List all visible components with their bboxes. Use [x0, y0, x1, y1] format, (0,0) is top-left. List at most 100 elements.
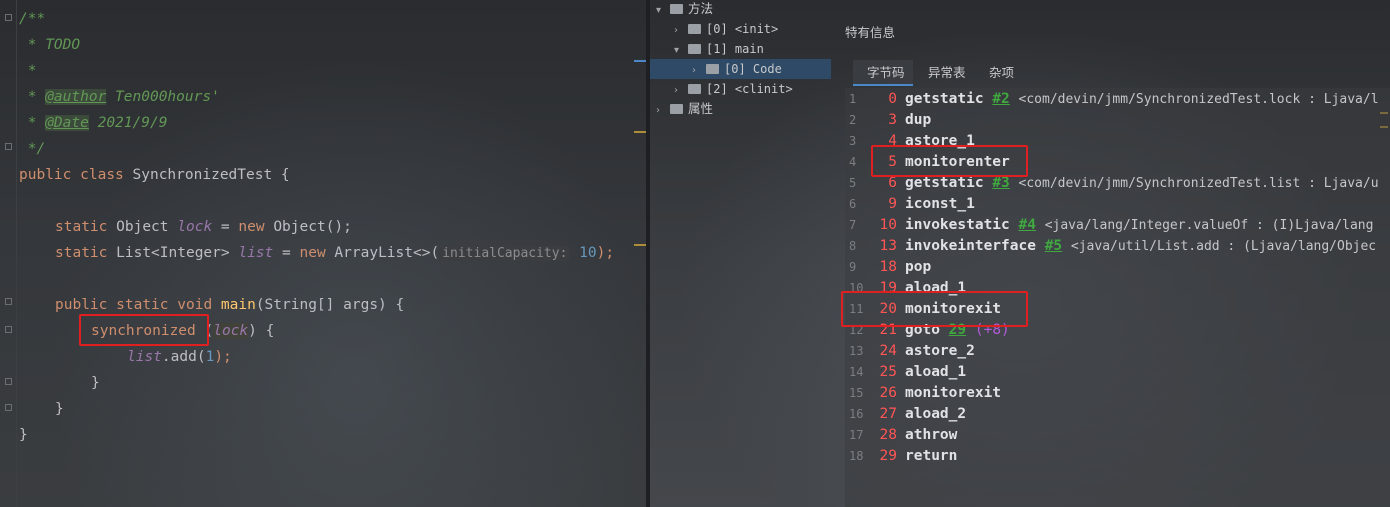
- folder-icon: [688, 23, 701, 34]
- bytecode-row[interactable]: 13 24 astore_2: [845, 341, 975, 362]
- line-number: 1: [849, 92, 857, 106]
- line-number: 8: [849, 239, 857, 253]
- constant-ref[interactable]: #4: [1019, 217, 1036, 233]
- constant-comment: <java/util/List.add : (Ljava/lang/Objec: [1070, 239, 1377, 254]
- bytecode-row[interactable]: 9 18 pop: [845, 257, 931, 278]
- constant-ref[interactable]: #5: [1045, 238, 1062, 254]
- doc-comment-blank: *: [19, 63, 37, 79]
- folder-icon: [670, 103, 683, 114]
- line-number: 14: [849, 365, 864, 379]
- bytecode-row[interactable]: 16 27 aload_2: [845, 404, 966, 425]
- line-number: 17: [849, 428, 864, 442]
- list-add-call: list.add(1);: [127, 349, 232, 365]
- tab-bytecode[interactable]: 字节码: [867, 63, 905, 83]
- doc-comment-close: */: [19, 141, 46, 157]
- folder-icon: [670, 3, 683, 14]
- bytecode-row[interactable]: 2 3 dup: [845, 110, 931, 131]
- doc-comment-todo: * TODO: [19, 37, 81, 53]
- bytecode-offset: 29: [879, 448, 897, 464]
- fold-marker[interactable]: [5, 404, 12, 411]
- scroll-marker: [1380, 126, 1388, 128]
- constant-comment: <com/devin/jmm/SynchronizedTest.list : L…: [1018, 176, 1379, 191]
- folder-icon: [688, 43, 701, 54]
- bytecode-offset: 10: [879, 217, 897, 233]
- fold-marker[interactable]: [5, 378, 12, 385]
- opcode: monitorexit: [905, 385, 1002, 401]
- bytecode-offset: 3: [888, 112, 897, 128]
- tree-node-clinit[interactable]: › [2] <clinit>: [674, 79, 793, 99]
- tree-node-methods[interactable]: ▾ 方法: [656, 0, 713, 19]
- bytecode-row[interactable]: 6 9 iconst_1: [845, 194, 975, 215]
- line-number: 3: [849, 134, 857, 148]
- bytecode-row[interactable]: 17 28 athrow: [845, 425, 957, 446]
- close-brace-method: }: [55, 401, 64, 417]
- constant-comment: <com/devin/jmm/SynchronizedTest.lock : L…: [1018, 92, 1379, 107]
- line-number: 6: [849, 197, 857, 211]
- opcode: astore_2: [905, 343, 975, 359]
- chevron-right-icon[interactable]: ›: [674, 81, 688, 101]
- chevron-down-icon[interactable]: ▾: [674, 41, 688, 61]
- bytecode-viewer: ▾ 方法 › [0] <init> ▾ [1] main › [0] Code › [2]…: [650, 0, 1390, 507]
- chevron-right-icon[interactable]: ›: [674, 21, 688, 41]
- doc-comment-author: * @author Ten000hours': [19, 89, 220, 105]
- bytecode-offset: 25: [879, 364, 897, 380]
- date-tag: @Date: [45, 115, 89, 131]
- line-number: 16: [849, 407, 864, 421]
- fold-marker[interactable]: [5, 298, 12, 305]
- line-number: 15: [849, 386, 864, 400]
- chevron-right-icon[interactable]: ›: [656, 101, 670, 121]
- bytecode-offset: 28: [879, 427, 897, 443]
- tab-misc[interactable]: 杂项: [989, 63, 1014, 83]
- highlight-box-monitorenter: [871, 145, 1028, 177]
- bytecode-row[interactable]: 18 29 return: [845, 446, 957, 467]
- opcode: iconst_1: [905, 196, 975, 212]
- tree-node-code[interactable]: › [0] Code: [692, 59, 782, 79]
- opcode: dup: [905, 112, 932, 128]
- constant-comment: <java/lang/Integer.valueOf : (I)Ljava/la…: [1044, 218, 1374, 233]
- line-number: 5: [849, 176, 857, 190]
- bytecode-offset: 18: [879, 259, 897, 275]
- line-number: 4: [849, 155, 857, 169]
- constant-ref[interactable]: #3: [992, 175, 1009, 191]
- bytecode-offset: 26: [879, 385, 897, 401]
- tab-exception-table[interactable]: 异常表: [928, 63, 966, 83]
- line-number: 13: [849, 344, 864, 358]
- bytecode-row[interactable]: 7 10 invokestatic #4 <java/lang/Integer.va…: [845, 215, 1373, 236]
- opcode: aload_2: [905, 406, 967, 422]
- scroll-marker: [634, 244, 646, 246]
- folder-icon: [706, 63, 719, 74]
- tree-node-attributes[interactable]: › 属性: [656, 99, 713, 119]
- close-brace-class: }: [19, 427, 28, 443]
- opcode: pop: [905, 259, 932, 275]
- editor-gutter: [0, 0, 17, 507]
- code-editor[interactable]: = /** * TODO * * @author Ten000hours' * …: [0, 0, 646, 507]
- bytecode-offset: 13: [879, 238, 897, 254]
- class-name: SynchronizedTest: [132, 167, 273, 183]
- bytecode-row[interactable]: 14 25 aload_1: [845, 362, 966, 383]
- constant-ref[interactable]: #2: [992, 91, 1009, 107]
- line-number: 2: [849, 113, 857, 127]
- bytecode-offset: 27: [879, 406, 897, 422]
- opcode: invokestatic: [905, 217, 1010, 233]
- scroll-marker: [1380, 112, 1388, 114]
- specific-info-title: 特有信息: [845, 25, 896, 40]
- bytecode-row[interactable]: 15 26 monitorexit: [845, 383, 1001, 404]
- chevron-down-icon[interactable]: ▾: [656, 1, 670, 21]
- doc-comment-date: * @Date 2021/9/9: [19, 115, 168, 131]
- fold-marker[interactable]: [5, 326, 12, 333]
- bytecode-row[interactable]: 8 13 invokeinterface #5 <java/util/List.ad…: [845, 236, 1376, 257]
- fold-marker[interactable]: [5, 143, 12, 150]
- chevron-right-icon[interactable]: ›: [692, 61, 706, 81]
- opcode: aload_1: [905, 364, 967, 380]
- highlight-box-synchronized: [79, 314, 209, 346]
- scroll-marker: [634, 131, 646, 133]
- bytecode-offset: 9: [888, 196, 897, 212]
- bytecode-offset: 24: [879, 343, 897, 359]
- fold-marker[interactable]: [5, 14, 12, 21]
- close-brace-sync: }: [91, 375, 100, 391]
- tree-node-init[interactable]: › [0] <init>: [674, 19, 778, 39]
- line-number: 7: [849, 218, 857, 232]
- bytecode-row[interactable]: 1 0 getstatic #2 <com/devin/jmm/Synchroniz…: [845, 89, 1379, 110]
- tree-node-main[interactable]: ▾ [1] main: [674, 39, 764, 59]
- opcode: return: [905, 448, 958, 464]
